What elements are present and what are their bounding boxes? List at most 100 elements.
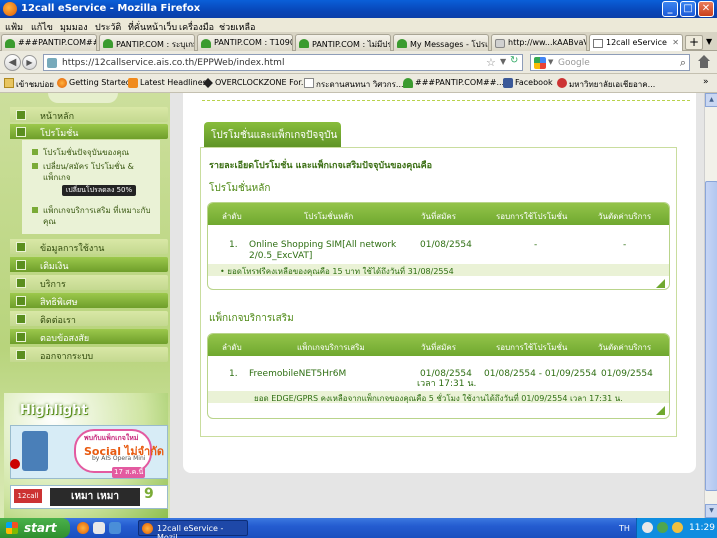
bookmarks-overflow-icon[interactable]: » (703, 77, 709, 87)
tab-bar: ###PANTIP.COM##... PANTIP.COM : ระบุเกม.… (0, 32, 717, 52)
firefox-icon (142, 523, 153, 534)
url-dropdown-icon[interactable]: ▼ (500, 57, 506, 66)
col-no: ลำดับ (222, 212, 242, 221)
promo-badge[interactable]: เปลี่ยนโปรลดลง 50% (62, 185, 136, 196)
main-promo-heading: โปรโมชั่นหลัก (209, 183, 271, 194)
sidebar-item-usage[interactable]: ข้อมูลการใช้งาน (10, 239, 168, 254)
bookmark-label: ###PANTIP.COM##... (415, 78, 505, 87)
highlight-banner[interactable]: Highlight พบกับแพ็กเกจใหม่ Social ไม่จำก… (4, 393, 168, 518)
scroll-thumb[interactable] (705, 181, 717, 491)
sidebar-item-promotion[interactable]: โปรโมชั่น (10, 124, 168, 139)
search-box[interactable]: ▼ Google ⌕ (530, 54, 690, 71)
sidebar-subitem-current-promo[interactable]: โปรโมชั่นปัจจุบันของคุณ (32, 147, 158, 158)
col-no: ลำดับ (222, 343, 242, 352)
bookmark-engineer-board[interactable]: กระดานสนทนา วิศวกร... (304, 78, 404, 91)
quicklaunch-ie-icon[interactable] (109, 522, 121, 534)
bookmark-facebook[interactable]: Facebook (503, 78, 553, 88)
bookmark-pantip[interactable]: ###PANTIP.COM##... (403, 78, 505, 88)
search-icon[interactable]: ⌕ (680, 56, 686, 70)
mao-mao-text: เหมา เหมา (50, 488, 140, 506)
opera-mini-icon (10, 459, 20, 469)
address-bar[interactable]: https://12callservice.ais.co.th/EPPWeb/i… (43, 54, 523, 71)
sidebar-item-logout[interactable]: ออกจากระบบ (10, 347, 168, 362)
tab-label: PANTIP.COM : ระบุเกม... (116, 40, 194, 49)
sidebar: หน้าหลัก โปรโมชั่น โปรโมชั่นปัจจุบันของค… (0, 93, 170, 518)
tab-pantip-3[interactable]: PANTIP.COM : T1090... (197, 34, 293, 51)
ad-date: 17 ส.ค.นี้ (112, 467, 146, 478)
bookmark-label: เข้าชมบ่อย (16, 80, 54, 89)
start-button[interactable]: start (0, 518, 70, 538)
tab-list-icon[interactable]: ▼ (706, 37, 712, 46)
tab-my-messages[interactable]: My Messages - โปรแ... (393, 34, 489, 51)
tab-close-icon[interactable]: ✕ (672, 38, 679, 47)
col-cycle: รอบการใช้โปรโมชั่น (496, 343, 568, 352)
sidebar-item-faq[interactable]: ตอบข้อสงสัย (10, 329, 168, 344)
row-cut: 01/09/2554 (601, 369, 653, 379)
12call-logo: 12call (14, 489, 42, 503)
divider (202, 100, 690, 101)
taskbar-firefox-window[interactable]: 12call eService - Mozil... (138, 520, 248, 538)
sidebar-subitem-addon[interactable]: แพ็กเกจบริการเสริม ที่เหมาะกับคุณ (32, 205, 155, 227)
tray-volume-icon[interactable] (672, 522, 683, 533)
pantip-icon (201, 39, 211, 48)
bookmark-latest-headlines[interactable]: Latest Headlines (128, 78, 207, 88)
bookmark-university[interactable]: มหาวิทยาลัยเอเชียอาค... (557, 78, 655, 91)
tab-pantip-1[interactable]: ###PANTIP.COM##... (1, 34, 97, 51)
bookmark-getting-started[interactable]: Getting Started (57, 78, 131, 88)
row-addon-name: FreemobileNET5Hr6M (249, 369, 347, 379)
vertical-scrollbar[interactable]: ▲ ▼ (704, 93, 717, 518)
tray-network-icon[interactable] (642, 522, 653, 533)
reload-icon[interactable]: ↻ (510, 55, 522, 67)
search-engine-dropdown-icon[interactable]: ▼ (548, 58, 553, 66)
bookmark-most-visited[interactable]: เข้าชมบ่อย (4, 78, 54, 91)
scroll-up-arrow[interactable]: ▲ (705, 93, 717, 107)
new-tab-button[interactable]: + (685, 35, 703, 50)
quicklaunch-desktop-icon[interactable] (93, 522, 105, 534)
quicklaunch-firefox-icon[interactable] (77, 522, 89, 534)
bookmark-label: OVERCLOCKZONE For... (215, 78, 309, 87)
scroll-down-arrow[interactable]: ▼ (705, 504, 717, 518)
forward-button[interactable]: ▶ (22, 55, 37, 70)
sidebar-subitem-change-promo[interactable]: เปลี่ยน/สมัคร โปรโมชั่น & แพ็กเกจ (32, 161, 143, 183)
sidebar-item-topup[interactable]: เติมเงิน (10, 257, 168, 272)
tab-pantip-4[interactable]: PANTIP.COM : ไม่มีประโ... (295, 34, 391, 51)
tab-label: 12call eService (606, 38, 667, 47)
sidebar-item-contact[interactable]: ติดต่อเรา (10, 311, 168, 326)
page-content: หน้าหลัก โปรโมชั่น โปรโมชั่นปัจจุบันของค… (0, 93, 704, 518)
tab-pantip-2[interactable]: PANTIP.COM : ระบุเกม... (99, 34, 195, 51)
highlight-title: Highlight (20, 403, 88, 418)
row-no: 1. (229, 369, 238, 379)
sidebar-item-home[interactable]: หน้าหลัก (10, 107, 168, 122)
main-promo-note: • ยอดโทรฟรีคงเหลือของคุณคือ 15 บาท ใช้ได… (208, 264, 669, 276)
bookmark-overclockzone[interactable]: OVERCLOCKZONE For... (203, 78, 309, 88)
phone-illustration (22, 431, 48, 471)
window-titlebar: 12call eService - Mozilla Firefox _ □ ✕ (0, 0, 717, 18)
row-date: 01/08/2554 (420, 240, 472, 250)
tab-label: PANTIP.COM : T1090... (214, 38, 292, 47)
tab-label: ###PANTIP.COM##... (18, 38, 96, 47)
tab-http[interactable]: http://ww...kAABvaVJE (491, 34, 587, 51)
table-header: ลำดับ โปรโมชั่นหลัก วันที่สมัคร รอบการใช… (208, 203, 669, 225)
home-icon[interactable] (696, 55, 711, 69)
sidebar-item-services[interactable]: บริการ (10, 275, 168, 290)
language-indicator[interactable]: TH (619, 524, 630, 533)
col-date: วันที่สมัคร (421, 343, 457, 352)
tray-security-icon[interactable] (657, 522, 668, 533)
sidebar-item-privileges[interactable]: สิทธิพิเศษ (10, 293, 168, 308)
google-icon[interactable] (534, 57, 546, 69)
site-identity-icon[interactable] (47, 58, 57, 68)
bookmark-star-icon[interactable]: ☆ (486, 56, 496, 69)
tab-label: PANTIP.COM : ไม่มีประโ... (312, 40, 391, 49)
bookmark-label: Facebook (515, 78, 553, 87)
row-promo-name: Online Shopping SIM[All network 2/0.5_Ex… (249, 240, 397, 261)
bookmark-label: Getting Started (69, 78, 131, 87)
url-text: https://12callservice.ais.co.th/EPPWeb/i… (62, 58, 285, 68)
intro-text: รายละเอียดโปรโมชั่น และแพ็กเกจเสริมปัจจุ… (209, 161, 432, 171)
close-button[interactable]: ✕ (698, 1, 714, 17)
taskbar: start 12call eService - Mozil... TH 11:2… (0, 518, 717, 538)
minimize-button[interactable]: _ (662, 1, 678, 17)
menu-bar: แฟ้ม แก้ไข มุมมอง ประวัติ ที่คั่นหน้าเว็… (0, 18, 717, 33)
back-button[interactable]: ◀ (4, 54, 21, 71)
maximize-button[interactable]: □ (680, 1, 696, 17)
tab-12call[interactable]: 12call eService ✕ (589, 34, 683, 52)
